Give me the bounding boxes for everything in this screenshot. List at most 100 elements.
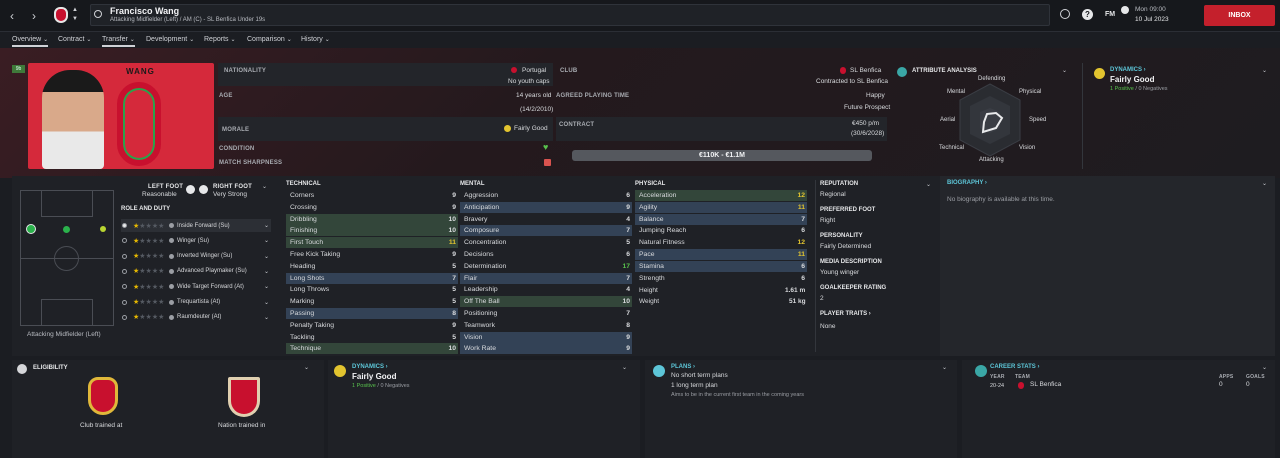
attribute-row[interactable]: Bravery 4 [460, 214, 632, 225]
attribute-row[interactable]: Concentration 5 [460, 237, 632, 248]
attribute-row[interactable]: Stamina 6 [635, 260, 807, 272]
attribute-row[interactable]: Technique 10 [286, 343, 458, 355]
tab-contract[interactable]: Contract ⌄ [58, 36, 91, 43]
role-radio-icon[interactable] [122, 223, 127, 228]
role-row[interactable]: ★★★★★ Trequartista (At) ⌄ [121, 296, 271, 309]
forward-icon[interactable]: › [32, 9, 36, 23]
search-icon[interactable] [94, 10, 102, 18]
continue-icon[interactable] [1121, 6, 1129, 14]
role-radio-icon[interactable] [122, 268, 127, 274]
career-team[interactable]: SL Benfica [1030, 381, 1061, 388]
role-radio-icon[interactable] [122, 314, 127, 320]
fm-menu[interactable]: FM [1105, 11, 1115, 18]
role-row[interactable]: ★★★★★ Advanced Playmaker (Su) ⌄ [121, 265, 271, 278]
attribute-row[interactable]: Finishing 10 [286, 225, 458, 237]
info-icon[interactable] [169, 299, 174, 305]
info-icon[interactable] [169, 253, 174, 259]
tab-reports[interactable]: Reports ⌄ [204, 36, 236, 43]
chevron-down-icon[interactable]: ⌄ [1062, 67, 1067, 74]
chevron-down-icon[interactable]: ⌄ [264, 253, 269, 260]
info-icon[interactable] [169, 284, 174, 290]
biography-title[interactable]: BIOGRAPHY › [947, 180, 987, 186]
career-stats-title[interactable]: CAREER STATS › [990, 364, 1039, 370]
info-icon[interactable] [169, 238, 174, 244]
attribute-row[interactable]: Penalty Taking 9 [286, 320, 458, 331]
chevron-down-icon[interactable]: ⌄ [1262, 180, 1267, 187]
transfer-value-bar[interactable]: €110K - €1.1M [572, 150, 872, 161]
role-radio-icon[interactable] [122, 299, 127, 305]
dynamics-title[interactable]: DYNAMICS › [1110, 67, 1146, 73]
attribute-row[interactable]: Pace 11 [635, 249, 807, 260]
role-row[interactable]: ★★★★★ Raumdeuter (At) ⌄ [121, 311, 271, 324]
tab-transfer[interactable]: Transfer ⌄ [102, 36, 135, 47]
chevron-down-icon[interactable]: ⌄ [264, 237, 269, 244]
position-aml-icon[interactable] [26, 224, 36, 234]
attribute-row[interactable]: Dribbling 10 [286, 213, 458, 225]
help-icon[interactable]: ? [1082, 9, 1093, 20]
attribute-row[interactable]: Determination 17 [460, 261, 632, 272]
chevron-down-icon[interactable]: ⌄ [1262, 364, 1267, 371]
attribute-row[interactable]: Composure 7 [460, 225, 632, 237]
attribute-row[interactable]: Decisions 6 [460, 249, 632, 260]
role-row[interactable]: ★★★★★ Wide Target Forward (At) ⌄ [121, 280, 271, 293]
info-icon[interactable] [169, 268, 174, 274]
role-row[interactable]: ★★★★★ Winger (Su) ⌄ [121, 234, 271, 247]
position-amr-icon[interactable] [100, 226, 106, 232]
attribute-row[interactable]: First Touch 11 [286, 237, 458, 249]
attribute-row[interactable]: Vision 9 [460, 331, 632, 343]
chevron-down-icon[interactable]: ⌄ [926, 181, 931, 188]
attribute-row[interactable]: Free Kick Taking 9 [286, 249, 458, 260]
attribute-row[interactable]: Positioning 7 [460, 308, 632, 319]
attribute-row[interactable]: Long Throws 5 [286, 284, 458, 295]
attribute-row[interactable]: Balance 7 [635, 213, 807, 225]
role-row[interactable]: ★★★★★ Inverted Winger (Su) ⌄ [121, 250, 271, 263]
tab-history[interactable]: History ⌄ [301, 36, 330, 43]
tab-overview[interactable]: Overview ⌄ [12, 36, 49, 47]
club-crest-icon[interactable] [54, 7, 68, 23]
plans-title[interactable]: PLANS › [671, 364, 695, 370]
chevron-down-icon[interactable]: ⌄ [264, 314, 269, 321]
chevron-down-icon[interactable]: ⌄ [622, 364, 627, 371]
attribute-row[interactable]: Work Rate 9 [460, 343, 632, 355]
chevron-down-icon[interactable]: ⌄ [264, 283, 269, 290]
attribute-row[interactable]: Strength 6 [635, 273, 807, 284]
info-icon[interactable] [169, 314, 174, 320]
attribute-row[interactable]: Agility 11 [635, 201, 807, 213]
chevron-down-icon[interactable]: ⌄ [262, 183, 267, 190]
attribute-row[interactable]: Marking 5 [286, 296, 458, 307]
chevron-down-icon[interactable]: ⌄ [264, 299, 269, 306]
role-radio-icon[interactable] [122, 238, 127, 244]
morale-value[interactable]: Fairly Good [514, 125, 548, 132]
player-traits-link[interactable]: PLAYER TRAITS › [820, 311, 871, 317]
attribute-row[interactable]: Long Shots 7 [286, 272, 458, 284]
attribute-row[interactable]: Crossing 9 [286, 202, 458, 213]
nationality-value[interactable]: Portugal [522, 67, 546, 74]
tab-comparison[interactable]: Comparison ⌄ [247, 36, 292, 43]
dynamics-title-bottom[interactable]: DYNAMICS › [352, 364, 388, 370]
attribute-row[interactable]: Acceleration 12 [635, 190, 807, 201]
role-radio-icon[interactable] [122, 284, 127, 290]
position-amc-icon[interactable] [63, 226, 70, 233]
benfica-crest-large-icon[interactable] [88, 377, 118, 415]
back-icon[interactable]: ‹ [10, 9, 14, 23]
tab-development[interactable]: Development ⌄ [146, 36, 194, 43]
club-icon[interactable] [1060, 9, 1070, 19]
chevron-down-icon[interactable]: ⌄ [264, 222, 269, 229]
attribute-row[interactable]: Teamwork 8 [460, 320, 632, 331]
attribute-row[interactable]: Jumping Reach 6 [635, 225, 807, 236]
chevron-down-icon[interactable]: ⌄ [264, 268, 269, 275]
chevron-down-icon[interactable]: ⌄ [1262, 67, 1267, 74]
chevron-down-icon[interactable]: ⌄ [304, 364, 309, 371]
attribute-row[interactable]: Aggression 6 [460, 190, 632, 201]
club-value[interactable]: SL Benfica [850, 67, 881, 74]
attribute-row[interactable]: Anticipation 9 [460, 201, 632, 213]
attribute-row[interactable]: Corners 9 [286, 190, 458, 201]
attribute-row[interactable]: Leadership 4 [460, 284, 632, 295]
info-icon[interactable] [169, 223, 174, 228]
role-row[interactable]: ★★★★★ Inside Forward (Su) ⌄ [121, 219, 271, 232]
attribute-row[interactable]: Passing 8 [286, 308, 458, 319]
attribute-row[interactable]: Off The Ball 10 [460, 296, 632, 308]
player-switch-icon[interactable]: ▲ ▼ [72, 6, 78, 24]
attribute-row[interactable]: Tackling 5 [286, 332, 458, 343]
attribute-row[interactable]: Natural Fitness 12 [635, 237, 807, 248]
